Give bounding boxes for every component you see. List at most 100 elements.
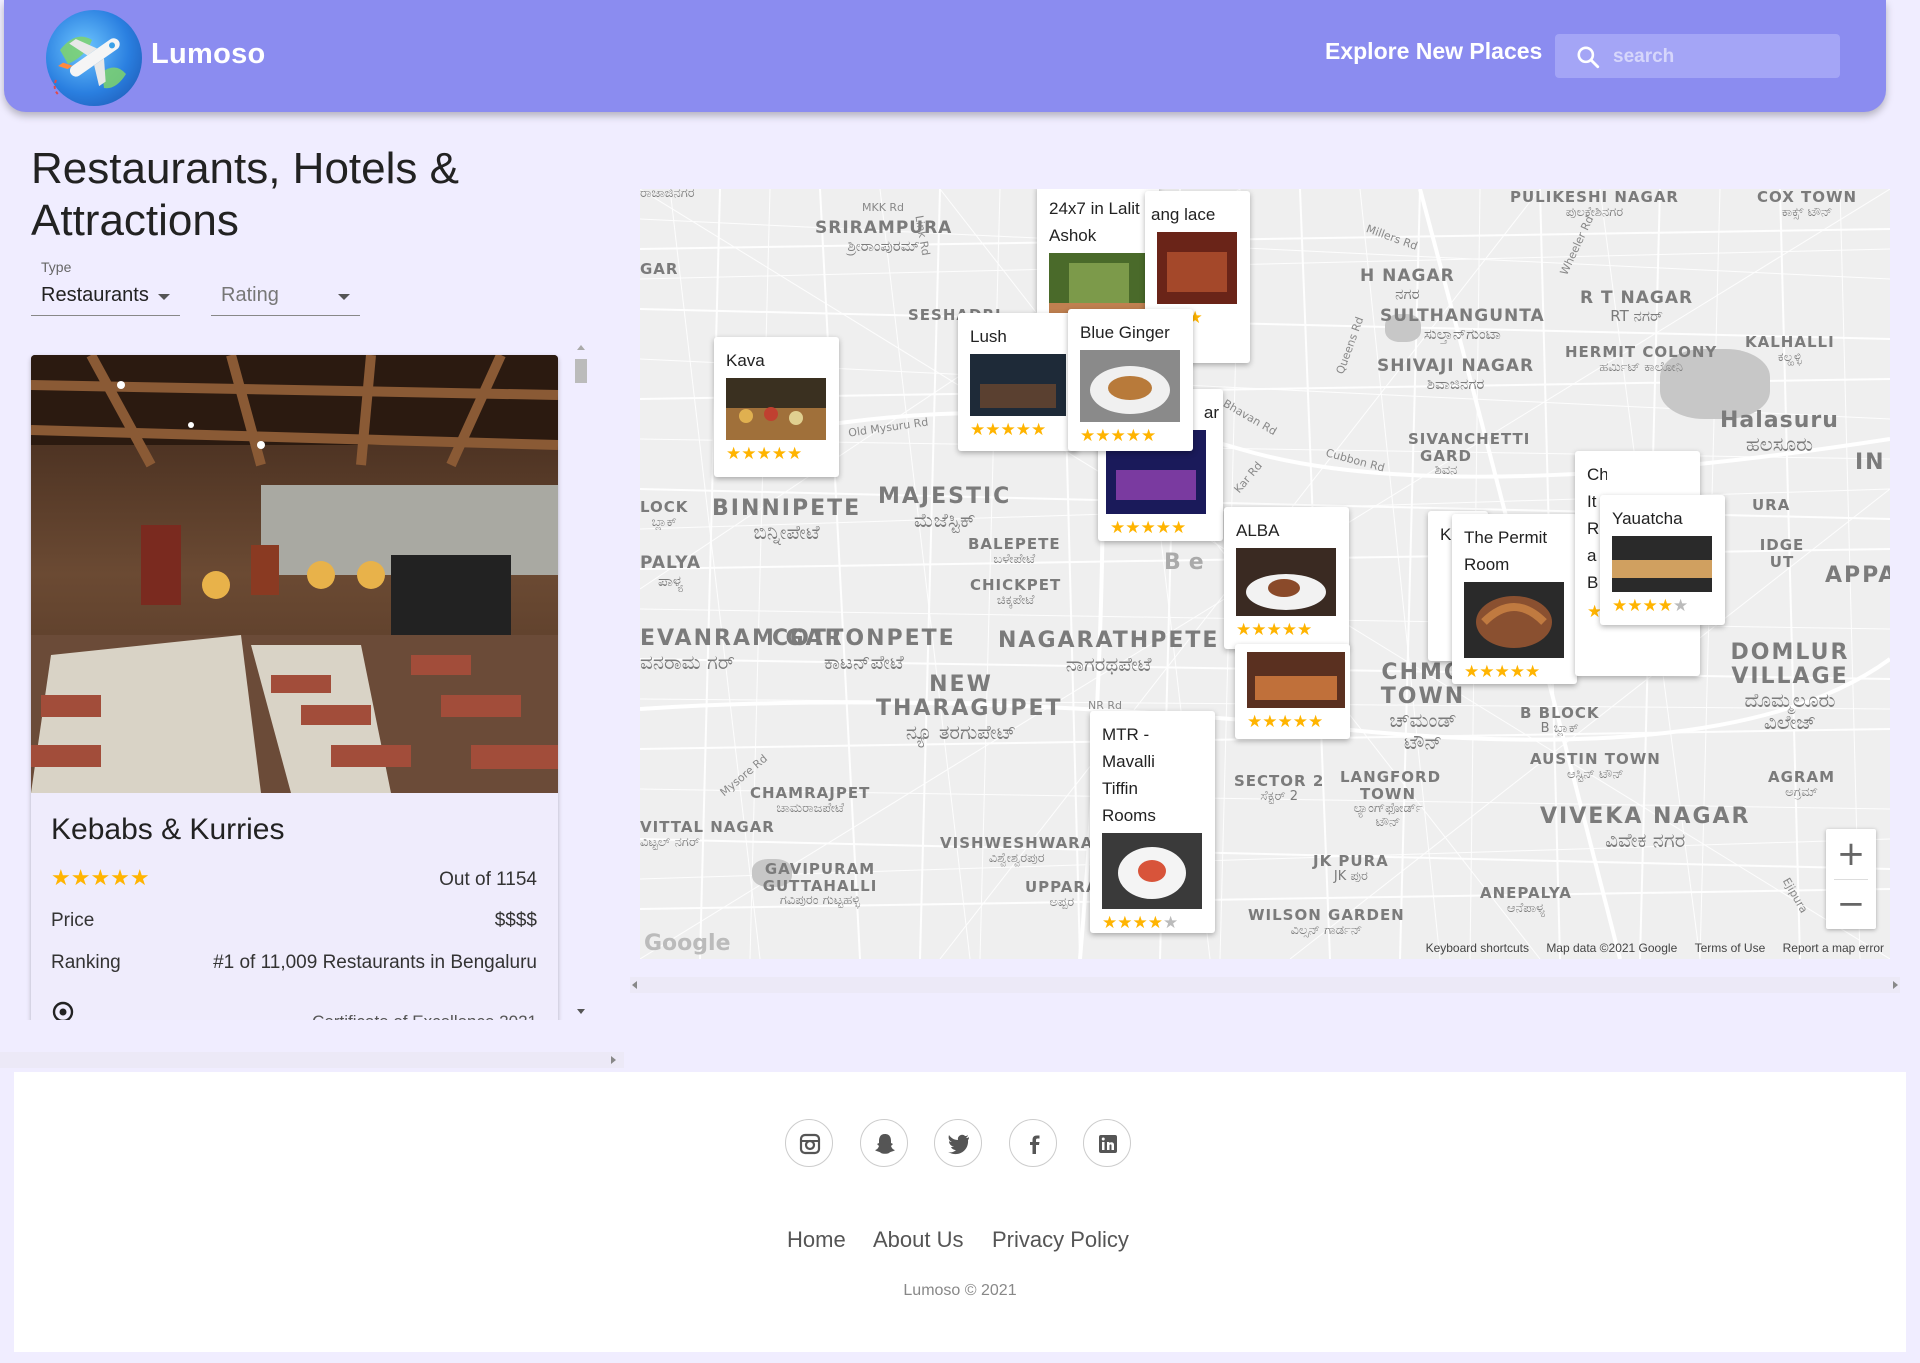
map-marker[interactable]: Yauatcha ★★★★★ — [1600, 495, 1725, 625]
price-label: Price — [51, 910, 95, 931]
area-label: BALEPETE ಬಳೇಪೇಟೆ — [968, 535, 1061, 567]
map-marker[interactable]: Blue Ginger ★★★★★ — [1068, 309, 1193, 451]
scroll-right-icon[interactable] — [1893, 981, 1898, 989]
area-label: VITTAL NAGAR ವಿಟ್ಟಲ್ ನಗರ್ — [640, 818, 775, 850]
map-marker[interactable]: ★★★★★ — [1235, 644, 1350, 739]
rating-select[interactable]: Rating — [211, 256, 360, 316]
zoom-out-button[interactable]: − — [1826, 879, 1876, 929]
page-title: Restaurants, Hotels & Attractions — [31, 144, 459, 245]
marker-photo — [1102, 833, 1202, 909]
marker-stars: ★★★★★ — [726, 444, 803, 463]
award-text: Certificate of Excellence 2021 — [312, 1012, 537, 1020]
place-list[interactable]: Kebabs & Kurries ★★★★★ Out of 1154 Price… — [0, 345, 600, 1020]
place-card[interactable]: Kebabs & Kurries ★★★★★ Out of 1154 Price… — [31, 355, 558, 1020]
place-name[interactable]: Kebabs & Kurries — [51, 813, 284, 847]
type-select-value: Restaurants — [41, 284, 149, 306]
terms-link[interactable]: Terms of Use — [1695, 941, 1766, 955]
twitter-button[interactable] — [934, 1119, 982, 1167]
footer-link-privacy[interactable]: Privacy Policy — [992, 1227, 1129, 1253]
area-label: NAGARATHPETE ನಾಗರಥಪೇಟೆ — [998, 628, 1220, 677]
list-scrollbar[interactable] — [574, 345, 590, 1020]
area-label: SECTOR 2 ಸೆಕ್ಟರ್ 2 — [1234, 772, 1325, 804]
area-label: H NAGAR ನಗರ — [1360, 266, 1455, 303]
review-count: Out of 1154 — [439, 869, 537, 890]
map-marker[interactable]: MTR - Mavalli Tiffin Rooms ★★★★★ — [1090, 711, 1215, 933]
area-label: GAR — [640, 260, 679, 278]
search-icon — [1577, 46, 1600, 69]
area-label: IN — [1855, 450, 1886, 475]
marker-name: The Permit Room — [1464, 528, 1548, 574]
scroll-thumb[interactable] — [575, 359, 587, 383]
area-label: UPPARA ಅಪ್ಪರ — [1025, 878, 1099, 910]
map-marker[interactable]: The Permit Room ★★★★★ — [1452, 514, 1577, 684]
search-input[interactable] — [1611, 42, 1825, 72]
area-label: COTTONPETE ಕಾಟನ್‌ಪೇಟೆ — [772, 626, 956, 675]
marker-photo — [1247, 652, 1345, 708]
scroll-left-icon[interactable] — [632, 981, 637, 989]
area-label: ANEPALYA ಆನೆಪಾಳ್ಯ — [1480, 884, 1572, 916]
type-select-label: Type — [41, 259, 72, 275]
area-label: VISHWESHWARA ವಿಶ್ವೇಶ್ವರಪುರ — [940, 834, 1094, 866]
road-label: MKK Rd — [862, 201, 905, 214]
area-label: KALHALLI ಕಲ್ಹಳ್ಳಿ — [1745, 333, 1835, 365]
marker-photo — [1464, 582, 1564, 658]
instagram-button[interactable] — [785, 1119, 833, 1167]
map-attribution: Keyboard shortcuts Map data ©2021 Google… — [1412, 941, 1884, 955]
map[interactable]: ರಾಜಾಜಿನಗರ COX TOWN ಕಾಕ್ಸ್ ಟೌನ್ SRIRAMPURA… — [640, 189, 1890, 959]
area-label: SULTHANGUNTA ಸುಲ್ತಾನ್‌ಗುಂಟಾ — [1380, 306, 1545, 343]
marker-photo — [726, 378, 826, 440]
marker-photo — [1236, 548, 1336, 616]
footer-link-about[interactable]: About Us — [873, 1227, 964, 1253]
map-horizontal-scrollbar[interactable] — [630, 977, 1900, 993]
marker-stars: ★★★★★ — [1247, 712, 1324, 731]
keyboard-shortcuts-link[interactable]: Keyboard shortcuts — [1426, 941, 1529, 955]
area-label: APPA — [1825, 563, 1890, 588]
map-marker[interactable]: ALBA ★★★★★ — [1224, 507, 1349, 649]
horizontal-scrollbar[interactable] — [0, 1052, 624, 1068]
ranking-value: #1 of 11,009 Restaurants in Bengaluru — [213, 952, 537, 973]
area-label: VIVEKA NAGAR ವಿವೇಕ ನಗರ — [1540, 804, 1751, 853]
explore-new-places-link[interactable]: Explore New Places — [1325, 38, 1542, 65]
globe-plane-logo[interactable] — [46, 10, 142, 106]
area-label: GAVIPURAM GUTTAHALLI ಗವಿಪುರಂ ಗುಟ್ಟಹಳ್ಳಿ — [762, 860, 878, 908]
search-box[interactable] — [1555, 34, 1840, 78]
select-underline — [211, 315, 360, 316]
twitter-icon — [948, 1134, 969, 1155]
select-underline — [31, 315, 180, 316]
marker-name: Blue Ginger — [1080, 323, 1170, 342]
facebook-button[interactable] — [1009, 1119, 1057, 1167]
area-label: WILSON GARDEN ವಿಲ್ಸನ್ ಗಾರ್ಡನ್ — [1248, 906, 1405, 938]
zoom-control[interactable]: + − — [1826, 829, 1876, 929]
area-label: SIVANCHETTI GARD ಶಿವನ — [1408, 430, 1531, 478]
area-label: URA — [1752, 496, 1791, 514]
marker-stars: ★★★★★ — [1080, 426, 1157, 445]
footer-link-home[interactable]: Home — [787, 1227, 846, 1253]
snapchat-button[interactable] — [860, 1119, 908, 1167]
scroll-right-icon[interactable] — [611, 1056, 616, 1064]
instagram-icon — [799, 1133, 821, 1155]
marker-name: MTR - Mavalli Tiffin Rooms — [1102, 725, 1156, 825]
area-label: JK PURA JK ಪುರ — [1313, 852, 1389, 884]
scroll-up-icon[interactable] — [577, 345, 585, 350]
marker-name: Lush — [970, 327, 1007, 346]
map-marker[interactable]: Kava ★★★★★ — [714, 337, 839, 477]
google-logo[interactable]: Google — [644, 931, 731, 956]
linkedin-button[interactable] — [1083, 1119, 1131, 1167]
marker-stars: ★★★★★ — [970, 420, 1047, 439]
area-label: NEW THARAGUPET ನ್ಯೂ ತರಗುಪೇಟ್ — [876, 672, 1063, 745]
area-label: ರಾಜಾಜಿನಗರ — [640, 189, 695, 201]
zoom-in-button[interactable]: + — [1826, 829, 1876, 879]
scroll-down-icon[interactable] — [577, 1009, 585, 1014]
facebook-icon — [1030, 1135, 1040, 1154]
area-label: B BLOCK B ಬ್ಲಾಕ್ — [1520, 704, 1600, 736]
type-select[interactable]: Type Restaurants — [31, 256, 180, 316]
brand-name[interactable]: Lumoso — [151, 38, 266, 71]
area-label: SHIVAJI NAGAR ಶಿವಾಜಿನಗರ — [1377, 356, 1535, 393]
snapchat-icon — [875, 1134, 895, 1154]
map-marker[interactable]: Lush ★★★★★ — [958, 313, 1078, 451]
dropdown-arrow-icon — [338, 294, 350, 300]
area-label: PALYA ಪಾಳ್ಯ — [640, 553, 702, 590]
report-error-link[interactable]: Report a map error — [1783, 941, 1884, 955]
marker-name: ALBA — [1236, 521, 1280, 540]
area-label: Halasuru ಹಲಸೂರು — [1720, 408, 1839, 457]
